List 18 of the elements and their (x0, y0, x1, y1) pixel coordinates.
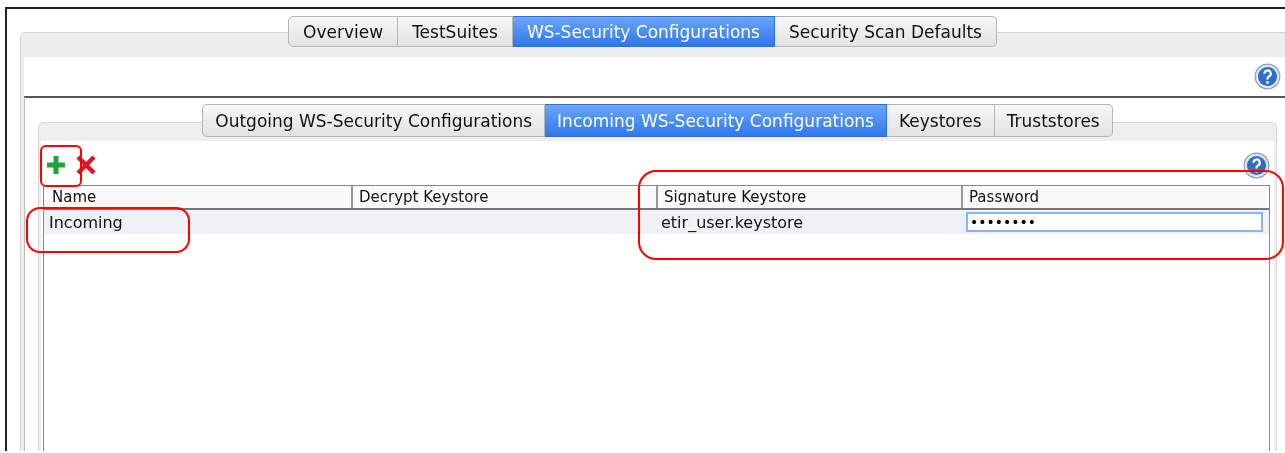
tab[interactable]: Security Scan Defaults (775, 16, 997, 47)
table-cell-text: etir_user.keystore (660, 212, 805, 232)
tab[interactable]: Keystores (887, 104, 995, 137)
help-icon[interactable] (1243, 151, 1270, 179)
highlight-outline (40, 145, 82, 187)
help-icon[interactable] (1254, 63, 1281, 90)
plus-icon (45, 154, 67, 176)
tab[interactable]: TestSuites (398, 16, 513, 47)
password-field[interactable]: •••••••• (966, 212, 1263, 232)
close-icon (75, 154, 97, 176)
tab[interactable]: Overview (288, 16, 399, 47)
column-header[interactable]: Signature Keystore (656, 186, 961, 208)
tab[interactable]: Truststores (994, 104, 1113, 137)
column-header[interactable]: Decrypt Keystore (351, 186, 656, 208)
tab[interactable]: Outgoing WS-Security Configurations (202, 104, 546, 137)
column-header[interactable]: Name (44, 186, 351, 208)
table-cell-text: Incoming (48, 212, 124, 232)
column-header[interactable]: Password (961, 186, 1269, 208)
